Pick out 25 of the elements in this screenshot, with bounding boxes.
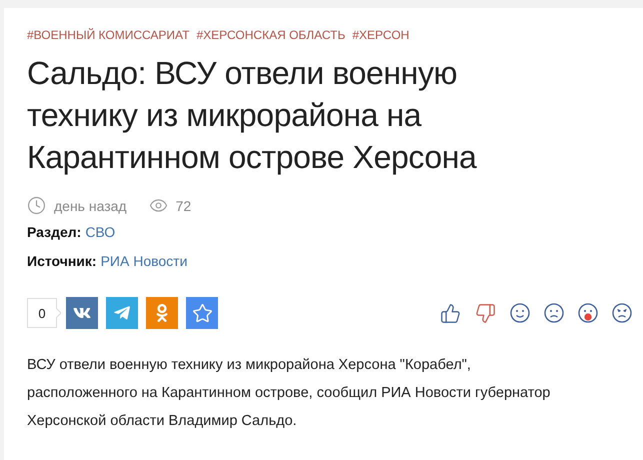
field-label: Источник: <box>27 253 97 269</box>
paper-plane-icon <box>113 304 131 322</box>
share-button[interactable] <box>186 297 218 329</box>
publish-time: день назад <box>54 198 127 214</box>
share-button[interactable] <box>66 297 98 329</box>
share-button[interactable] <box>106 297 138 329</box>
tag-link[interactable]: #ВОЕННЫЙ КОМИССАРИАТ <box>27 28 190 42</box>
field-link[interactable]: РИА Новости <box>100 253 188 269</box>
field-link[interactable]: СВО <box>85 224 116 240</box>
share-button[interactable] <box>146 297 178 329</box>
field-label: Раздел: <box>27 224 82 240</box>
star-icon <box>192 302 212 324</box>
article-text: ВСУ отвели военную технику из микрорайона Херсона "Корабел", расположенного на Карантинном острове, сообщил РИА Новости губернатор Херсонской области Владимир Сальдо. <box>27 356 552 431</box>
article-title: Сальдо: ВСУ отвели военную технику из микрорайона на Карантинном острове Херсона <box>27 54 478 177</box>
thumbs-down-icon[interactable] <box>475 302 496 324</box>
thumbs-up-icon[interactable] <box>440 302 461 324</box>
clock-icon <box>27 196 46 215</box>
smiley-icon[interactable] <box>510 303 530 323</box>
sad-face-icon[interactable] <box>544 303 564 323</box>
count-pointer-icon <box>56 308 61 318</box>
view-count: 72 <box>176 198 192 214</box>
tag-link[interactable]: #ХЕРСОН <box>352 28 410 42</box>
surprised-face-icon[interactable] <box>578 303 598 323</box>
tag-link[interactable]: #ХЕРСОНСКАЯ ОБЛАСТЬ <box>196 28 346 42</box>
angry-face-icon[interactable] <box>612 303 632 323</box>
